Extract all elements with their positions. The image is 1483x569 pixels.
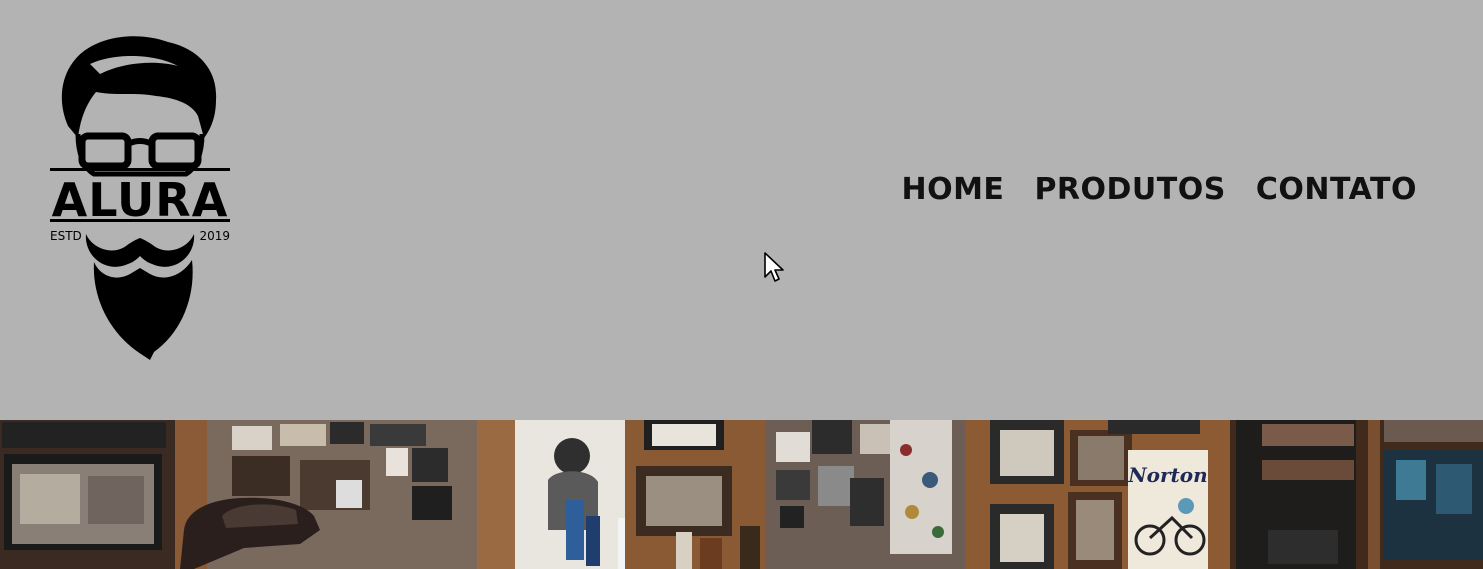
brand-logo[interactable]: ALURA ESTD 2019 xyxy=(46,34,234,362)
brand-year: 2019 xyxy=(199,229,230,243)
nav-link-home[interactable]: HOME xyxy=(901,170,1004,210)
mouse-pointer-icon xyxy=(764,252,784,282)
barbershop-photo: Norton xyxy=(0,420,1483,569)
brand-estd-label: ESTD xyxy=(50,229,82,243)
nav-link-contato[interactable]: CONTATO xyxy=(1256,170,1417,210)
main-nav: HOME PRODUTOS CONTATO xyxy=(901,170,1417,210)
site-header: ALURA ESTD 2019 HOME PRODUTOS CONTATO xyxy=(0,0,1483,420)
nav-link-produtos[interactable]: PRODUTOS xyxy=(1034,170,1225,210)
hero-banner-image: Norton xyxy=(0,420,1483,569)
nav-item-home: HOME xyxy=(901,170,1004,210)
brand-name: ALURA xyxy=(52,173,229,227)
nav-item-produtos: PRODUTOS xyxy=(1034,170,1225,210)
nav-item-contato: CONTATO xyxy=(1256,170,1417,210)
bearded-man-logo-icon: ALURA ESTD 2019 xyxy=(50,36,230,360)
poster-norton-text: Norton xyxy=(1127,463,1207,487)
